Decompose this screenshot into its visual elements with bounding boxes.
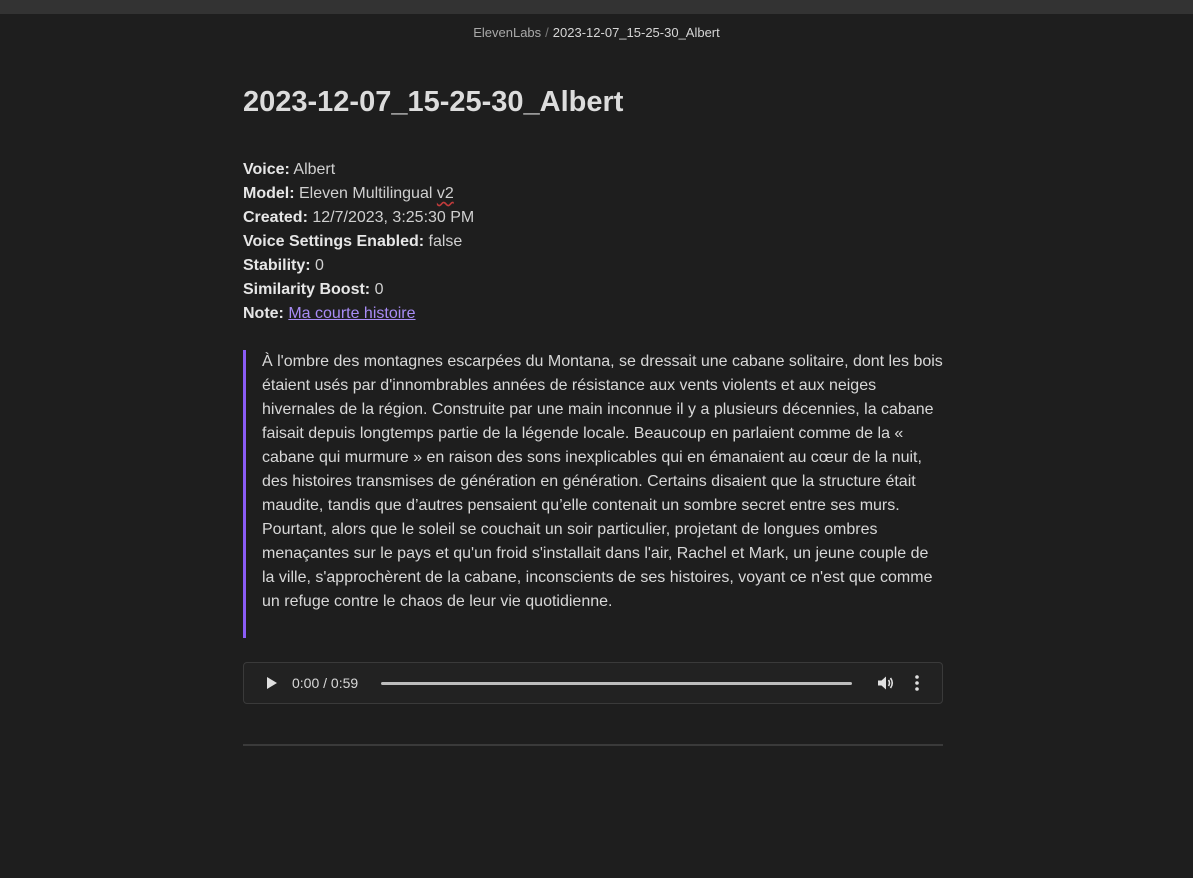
meta-created-label: Created: (243, 209, 308, 226)
meta-voice: Voice: Albert (243, 158, 943, 182)
audio-player: 0:00 / 0:59 (243, 662, 943, 704)
meta-created-value: 12/7/2023, 3:25:30 PM (312, 209, 475, 226)
meta-voice-settings-label: Voice Settings Enabled: (243, 233, 425, 250)
breadcrumb: ElevenLabs /2023-12-07_15-25-30_Albert (0, 25, 1193, 41)
audio-time-display: 0:00 / 0:59 (292, 675, 359, 691)
page-title: 2023-12-07_15-25-30_Albert (243, 86, 624, 118)
meta-voice-settings: Voice Settings Enabled: false (243, 230, 943, 254)
meta-voice-settings-value: false (428, 233, 463, 250)
meta-similarity-label: Similarity Boost: (243, 281, 371, 298)
meta-note: Note: Ma courte histoire (243, 302, 943, 326)
meta-model: Model: Eleven Multilingual v2 (243, 182, 943, 206)
meta-similarity-boost: Similarity Boost: 0 (243, 278, 943, 302)
meta-stability: Stability: 0 (243, 254, 943, 278)
meta-voice-label: Voice: (243, 161, 290, 178)
divider (243, 744, 943, 746)
note-link[interactable]: Ma courte histoire (288, 305, 415, 322)
meta-model-label: Model: (243, 185, 295, 202)
browser-top-strip (0, 0, 1193, 14)
more-vertical-icon[interactable] (909, 673, 925, 693)
audio-progress-slider[interactable] (381, 682, 852, 685)
meta-voice-value: Albert (293, 161, 336, 178)
meta-model-value: Eleven Multilingual (299, 185, 433, 202)
meta-created: Created: 12/7/2023, 3:25:30 PM (243, 206, 943, 230)
breadcrumb-separator: / (545, 25, 549, 40)
meta-stability-value: 0 (315, 257, 324, 274)
play-icon[interactable] (262, 674, 280, 692)
breadcrumb-current: 2023-12-07_15-25-30_Albert (552, 25, 720, 40)
meta-model-version: v2 (436, 185, 454, 202)
meta-note-label: Note: (243, 305, 284, 322)
metadata-list: Voice: Albert Model: Eleven Multilingual… (243, 158, 943, 326)
meta-similarity-value: 0 (374, 281, 384, 298)
meta-stability-label: Stability: (243, 257, 311, 274)
story-text: À l'ombre des montagnes escarpées du Mon… (262, 353, 943, 610)
volume-icon[interactable] (875, 673, 895, 693)
story-blockquote: À l'ombre des montagnes escarpées du Mon… (243, 350, 943, 638)
breadcrumb-root-link[interactable]: ElevenLabs (473, 25, 541, 40)
